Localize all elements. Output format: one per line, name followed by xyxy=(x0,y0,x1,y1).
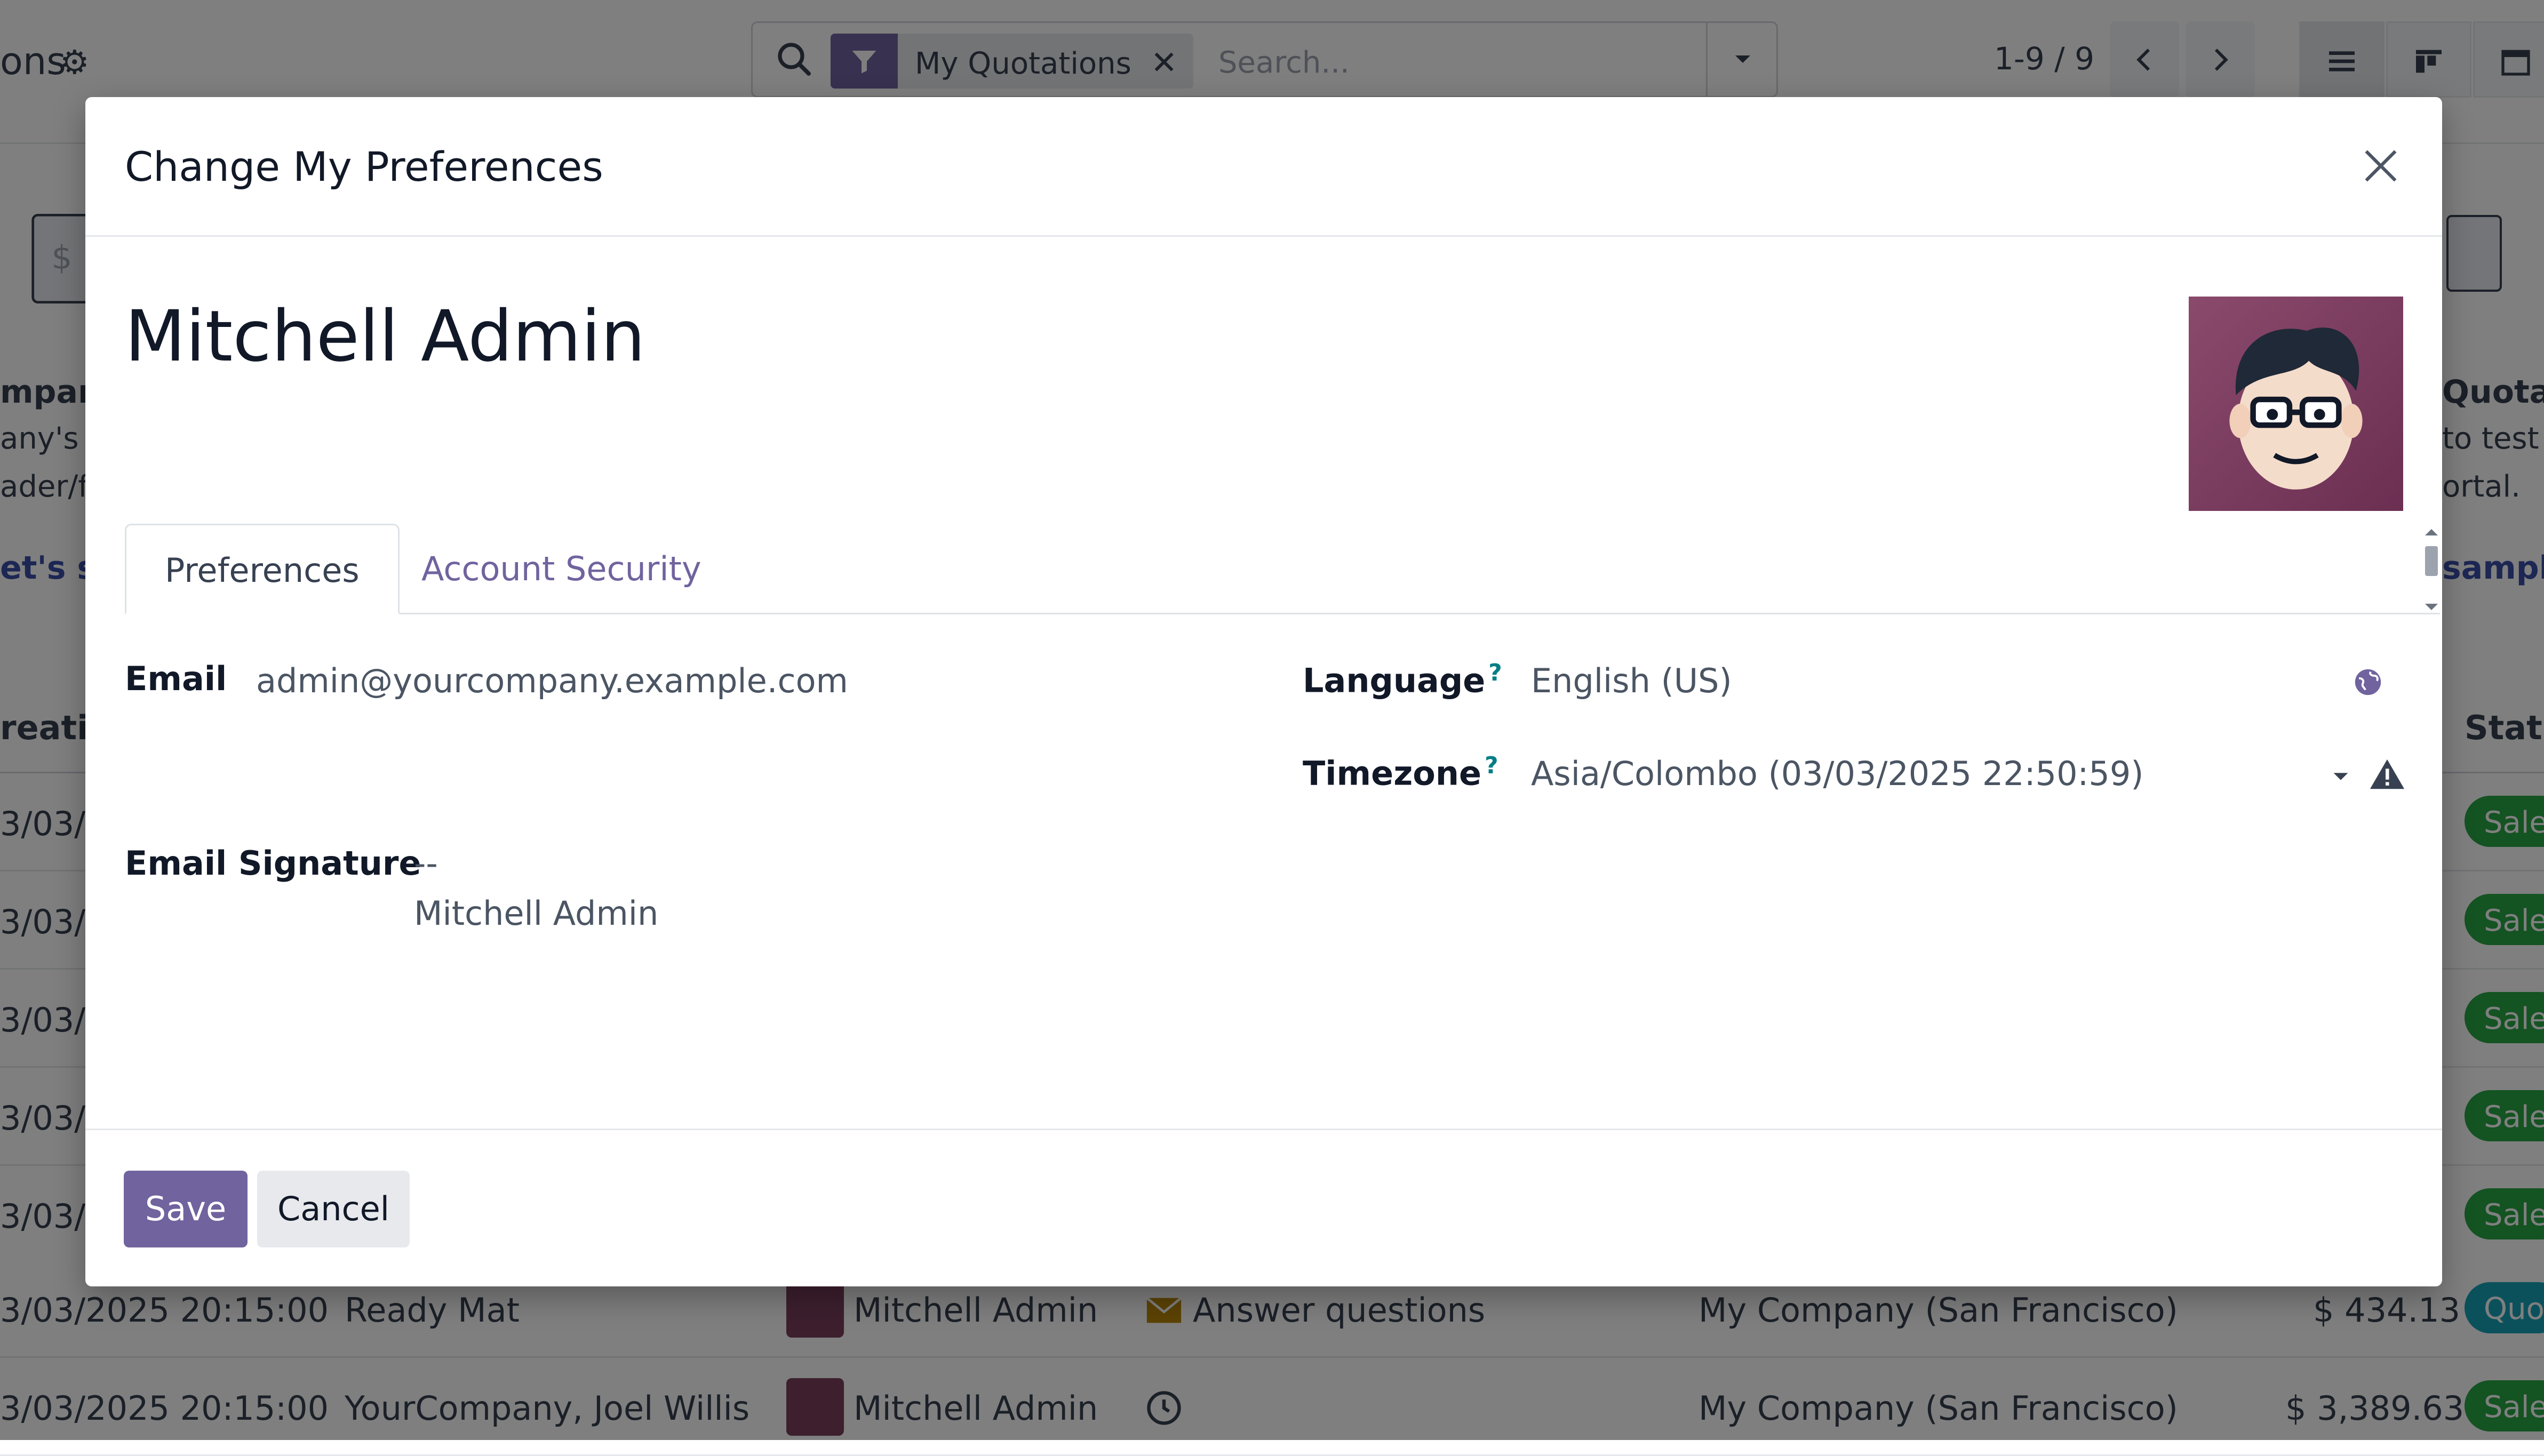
email-signature-editor[interactable]: -- Mitchell Admin xyxy=(414,844,1321,961)
cancel-button[interactable]: Cancel xyxy=(257,1171,410,1247)
close-icon[interactable] xyxy=(2359,144,2403,188)
dialog-title: Change My Preferences xyxy=(125,143,603,190)
dialog-header: Change My Preferences xyxy=(85,97,2442,237)
signature-line-1: -- xyxy=(414,844,438,883)
tab-bar: Preferences Account Security xyxy=(125,524,2440,614)
email-label: Email xyxy=(125,659,227,698)
language-label: Language? xyxy=(1303,659,1502,700)
user-avatar-illustration xyxy=(2229,327,2363,490)
save-button[interactable]: Save xyxy=(124,1171,248,1247)
timezone-label-text: Timezone xyxy=(1303,754,1482,793)
caret-down-icon[interactable] xyxy=(2328,764,2353,788)
globe-icon[interactable] xyxy=(2352,667,2383,698)
signature-line-2: Mitchell Admin xyxy=(414,894,659,933)
timezone-select[interactable]: Asia/Colombo (03/03/2025 22:50:59) xyxy=(1531,754,2143,793)
language-select[interactable]: English (US) xyxy=(1531,661,1732,700)
dialog-footer: Save Cancel xyxy=(85,1129,2442,1286)
preferences-dialog: Change My Preferences Mitchell Admin Pre… xyxy=(85,97,2442,1286)
user-name[interactable]: Mitchell Admin xyxy=(125,295,645,378)
tab-preferences[interactable]: Preferences xyxy=(125,524,400,614)
tab-account-security[interactable]: Account Security xyxy=(383,524,740,614)
language-label-text: Language xyxy=(1303,661,1486,700)
timezone-label: Timezone? xyxy=(1303,752,1498,793)
timezone-help-icon[interactable]: ? xyxy=(1485,752,1498,779)
email-field[interactable]: admin@yourcompany.example.com xyxy=(256,661,848,700)
email-signature-label: Email Signature xyxy=(125,844,421,883)
avatar[interactable] xyxy=(2189,297,2403,511)
scrollbar[interactable] xyxy=(2421,527,2442,612)
warning-icon xyxy=(2370,759,2405,789)
language-help-icon[interactable]: ? xyxy=(1488,659,1502,686)
